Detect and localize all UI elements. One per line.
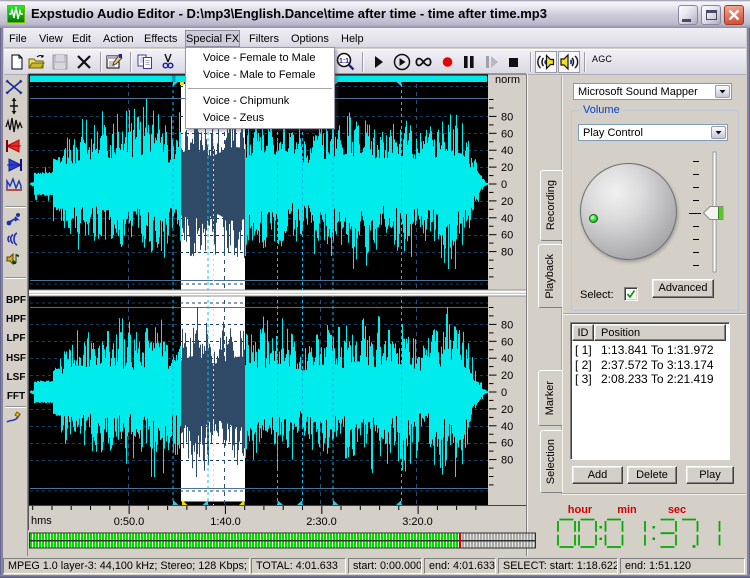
svg-text:60: 60	[501, 438, 513, 450]
svg-text:20: 20	[501, 196, 513, 208]
svg-text:40: 40	[501, 421, 513, 433]
svg-text:0: 0	[501, 179, 507, 191]
svg-text:80: 80	[501, 319, 513, 331]
svg-text:hour: hour	[568, 504, 593, 516]
svg-text:40: 40	[501, 213, 513, 225]
svg-text:40: 40	[501, 353, 513, 365]
svg-text:1:1: 1:1	[339, 58, 349, 65]
svg-text:80: 80	[501, 111, 513, 123]
svg-text:0:50.0: 0:50.0	[114, 516, 145, 528]
svg-text:80: 80	[501, 247, 513, 259]
svg-text:sec: sec	[668, 504, 686, 516]
svg-text:40: 40	[501, 145, 513, 157]
svg-text:20: 20	[501, 370, 513, 382]
svg-text:hms: hms	[31, 515, 52, 527]
svg-text:1:40.0: 1:40.0	[210, 516, 241, 528]
svg-text:0: 0	[501, 387, 507, 399]
svg-text:20: 20	[501, 404, 513, 416]
svg-text:80: 80	[501, 455, 513, 467]
svg-text:2:30.0: 2:30.0	[306, 516, 337, 528]
svg-text:3:20.0: 3:20.0	[402, 516, 433, 528]
svg-text:20: 20	[501, 162, 513, 174]
svg-text:60: 60	[501, 230, 513, 242]
svg-text:min: min	[617, 504, 637, 516]
svg-text:60: 60	[501, 128, 513, 140]
svg-text:60: 60	[501, 336, 513, 348]
svg-text:norm: norm	[495, 74, 520, 86]
